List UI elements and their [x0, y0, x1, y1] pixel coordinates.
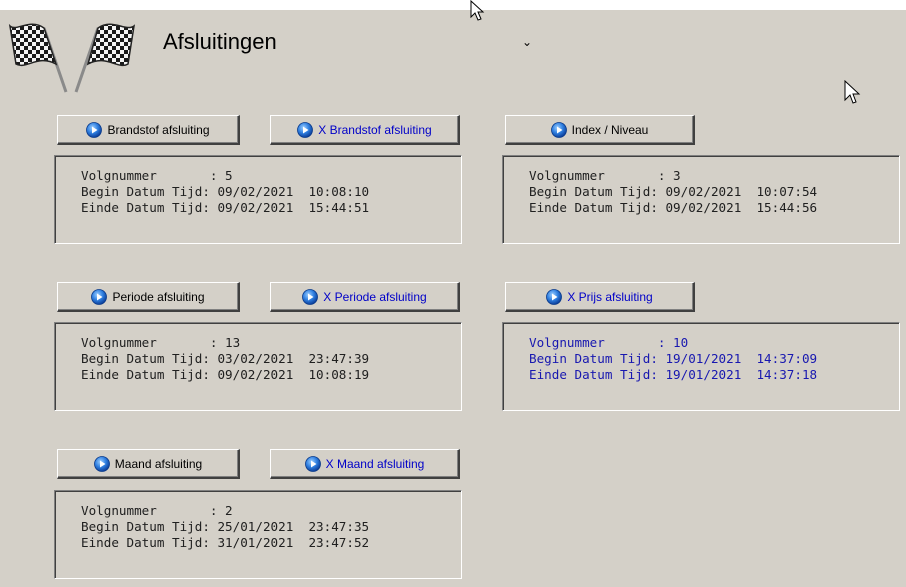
index-info-panel: Volgnummer : 3 Begin Datum Tijd: 09/02/2…	[502, 155, 900, 244]
einde-datum-line: Einde Datum Tijd: 09/02/2021 10:08:19	[81, 367, 370, 382]
einde-datum-line: Einde Datum Tijd: 09/02/2021 15:44:51	[81, 200, 370, 215]
volgnummer-line: Volgnummer : 13	[81, 335, 241, 350]
button-label: X Periode afsluiting	[323, 289, 427, 304]
brandstof-afsluiting-button[interactable]: Brandstof afsluiting	[57, 115, 240, 145]
play-icon	[546, 288, 563, 305]
einde-datum-line: Einde Datum Tijd: 09/02/2021 15:44:56	[529, 200, 818, 215]
x-periode-afsluiting-button[interactable]: X Periode afsluiting	[270, 282, 460, 312]
play-icon	[86, 121, 103, 138]
button-label: X Brandstof afsluiting	[318, 122, 432, 137]
volgnummer-line: Volgnummer : 3	[529, 168, 681, 183]
button-label: Brandstof afsluiting	[107, 122, 210, 137]
periode-afsluiting-button[interactable]: Periode afsluiting	[57, 282, 240, 312]
play-icon	[302, 288, 319, 305]
volgnummer-line: Volgnummer : 5	[81, 168, 233, 183]
x-prijs-afsluiting-button[interactable]: X Prijs afsluiting	[505, 282, 695, 312]
button-label: Index / Niveau	[571, 122, 649, 137]
top-strip	[0, 0, 906, 10]
mouse-pointer-icon	[844, 80, 861, 104]
play-icon	[550, 121, 567, 138]
play-icon	[297, 121, 314, 138]
caret-down-icon: ⌄	[522, 35, 533, 49]
begin-datum-line: Begin Datum Tijd: 25/01/2021 23:47:35	[81, 519, 370, 534]
checkered-flags-icon	[8, 23, 136, 93]
page-title: Afsluitingen	[163, 29, 277, 54]
maand-afsluiting-button[interactable]: Maand afsluiting	[57, 449, 240, 479]
periode-info-panel: Volgnummer : 13 Begin Datum Tijd: 03/02/…	[54, 322, 462, 411]
begin-datum-line: Begin Datum Tijd: 19/01/2021 14:37:09	[529, 351, 818, 366]
index-niveau-button[interactable]: Index / Niveau	[505, 115, 695, 145]
einde-datum-line: Einde Datum Tijd: 19/01/2021 14:37:18	[529, 367, 818, 382]
play-icon	[304, 455, 321, 472]
button-label: Maand afsluiting	[114, 456, 203, 471]
button-label: X Maand afsluiting	[325, 456, 425, 471]
maand-info-panel: Volgnummer : 2 Begin Datum Tijd: 25/01/2…	[54, 490, 462, 579]
play-icon	[93, 455, 110, 472]
mouse-pointer-icon	[470, 0, 485, 21]
begin-datum-line: Begin Datum Tijd: 09/02/2021 10:08:10	[81, 184, 370, 199]
x-brandstof-afsluiting-button[interactable]: X Brandstof afsluiting	[270, 115, 460, 145]
prijs-info-panel: Volgnummer : 10 Begin Datum Tijd: 19/01/…	[502, 322, 900, 411]
einde-datum-line: Einde Datum Tijd: 31/01/2021 23:47:52	[81, 535, 370, 550]
volgnummer-line: Volgnummer : 2	[81, 503, 233, 518]
brandstof-info-panel: Volgnummer : 5 Begin Datum Tijd: 09/02/2…	[54, 155, 462, 244]
begin-datum-line: Begin Datum Tijd: 09/02/2021 10:07:54	[529, 184, 818, 199]
volgnummer-line: Volgnummer : 10	[529, 335, 689, 350]
begin-datum-line: Begin Datum Tijd: 03/02/2021 23:47:39	[81, 351, 370, 366]
button-label: Periode afsluiting	[112, 289, 205, 304]
button-label: X Prijs afsluiting	[567, 289, 653, 304]
x-maand-afsluiting-button[interactable]: X Maand afsluiting	[270, 449, 460, 479]
play-icon	[91, 288, 108, 305]
